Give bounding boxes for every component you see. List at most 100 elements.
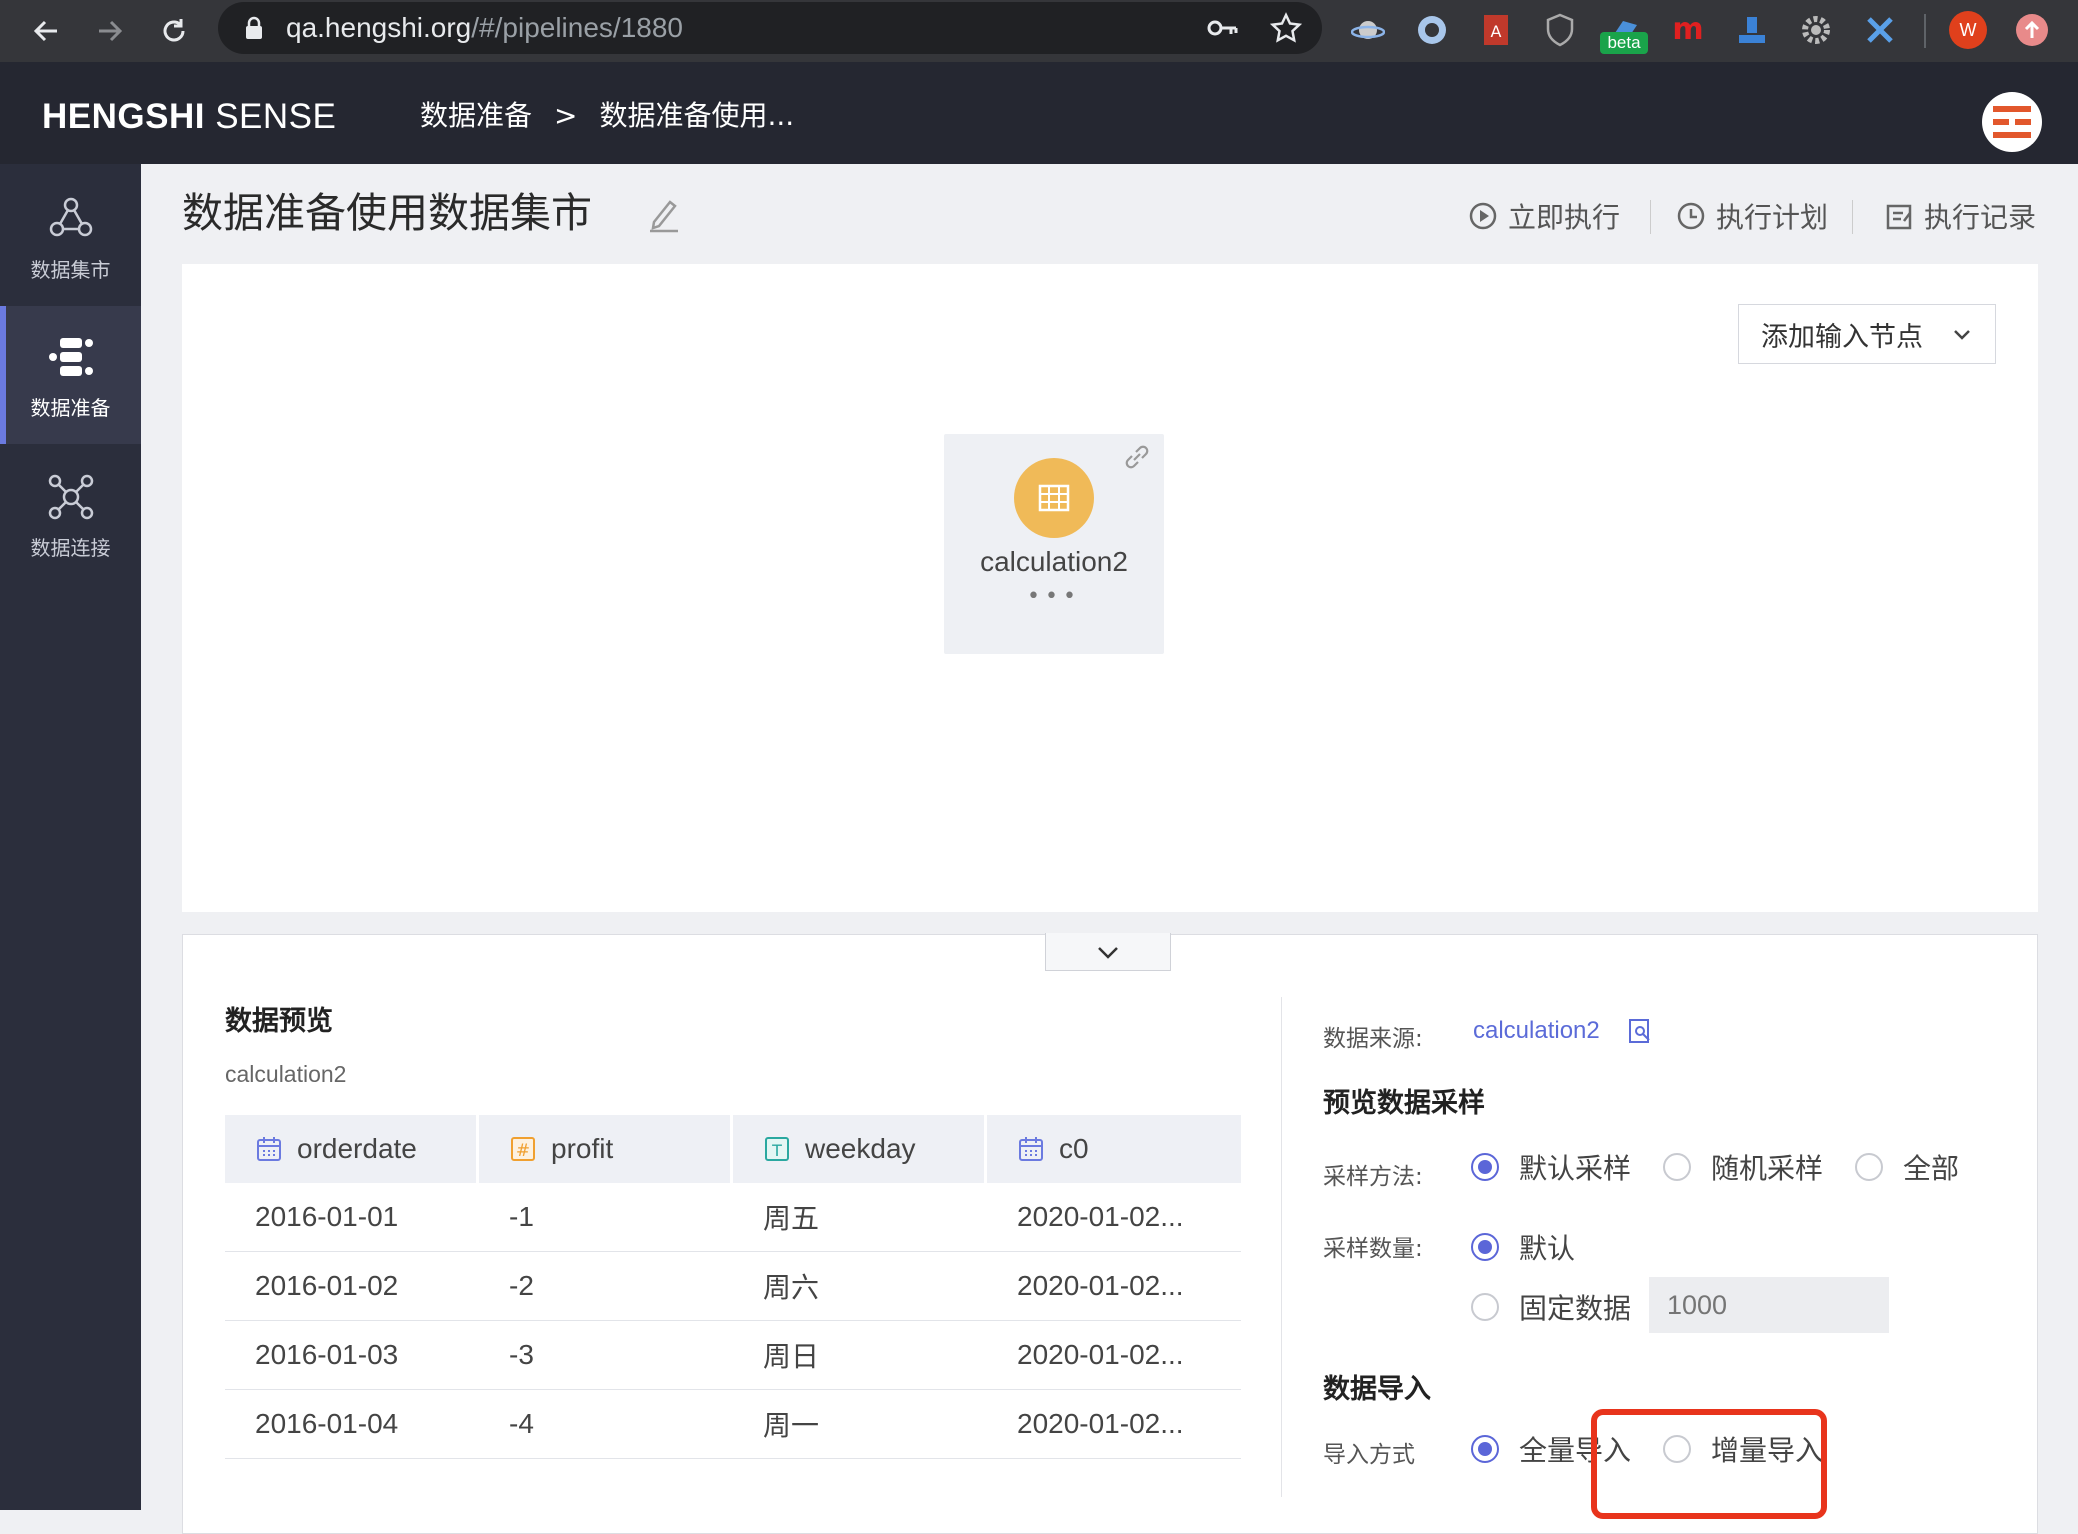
pipeline-icon <box>49 338 93 376</box>
table-cell: -4 <box>509 1408 534 1439</box>
table-row: 2016-01-01 -1 周五 2020-01-02... <box>225 1183 1241 1252</box>
sampling-title: 预览数据采样 <box>1323 1088 1485 1119</box>
svg-text:A: A <box>1491 22 1502 41</box>
table-cell: 2016-01-04 <box>255 1408 399 1439</box>
extension-tools-icon[interactable] <box>1858 8 1902 52</box>
table-row: 2016-01-03 -3 周日 2020-01-02... <box>225 1321 1241 1390</box>
table-row: 2016-01-02 -2 周六 2020-01-02... <box>225 1252 1241 1321</box>
date-type-icon <box>257 1137 281 1161</box>
sidebar-item-label: 数据连接 <box>30 536 111 560</box>
connection-icon <box>48 474 94 520</box>
browser-toolbar: qa.hengshi.org/#/pipelines/1880 A beta m… <box>0 0 2078 62</box>
extension-shield-icon[interactable] <box>1538 8 1582 52</box>
node-icon-badge <box>1014 458 1094 538</box>
extension-circle-icon[interactable] <box>1410 8 1454 52</box>
breadcrumb-separator: > <box>554 99 578 132</box>
number-type-icon: # <box>511 1137 535 1161</box>
star-icon[interactable] <box>1270 12 1302 44</box>
add-input-node-dropdown[interactable]: 添加输入节点 <box>1738 304 1996 364</box>
column-header-orderdate[interactable]: orderdate <box>225 1115 479 1183</box>
reload-icon[interactable] <box>152 9 196 53</box>
table-cell: 2020-01-02... <box>1017 1408 1184 1439</box>
profile-initial: W <box>1949 11 1987 49</box>
svg-text:m: m <box>1672 15 1703 45</box>
column-header-c0[interactable]: c0 <box>987 1115 1241 1183</box>
run-now-label: 立即执行 <box>1508 201 1621 234</box>
radio-default-sampling[interactable]: 默认采样 <box>1471 1147 1631 1187</box>
link-icon[interactable] <box>1122 442 1152 472</box>
radio-label: 默认 <box>1519 1232 1576 1265</box>
table-cell: -2 <box>509 1270 534 1301</box>
run-now-button[interactable]: 立即执行 <box>1468 198 1620 234</box>
table-cell: 2016-01-02 <box>255 1270 399 1301</box>
update-icon[interactable] <box>2010 8 2054 52</box>
profile-avatar[interactable]: W <box>1946 8 1990 52</box>
forward-icon[interactable] <box>88 9 132 53</box>
radio-label: 默认采样 <box>1519 1152 1632 1185</box>
edit-title-icon[interactable] <box>646 196 682 234</box>
pipeline-canvas[interactable]: 添加输入节点 calculation2 ••• <box>182 264 2038 912</box>
logo-light: SENSE <box>204 97 337 136</box>
key-icon[interactable] <box>1206 14 1238 42</box>
radio-fixed-count[interactable]: 固定数据 <box>1471 1287 1631 1327</box>
sample-count-input[interactable] <box>1649 1277 1889 1333</box>
schedule-button[interactable]: 执行计划 <box>1676 198 1828 234</box>
table-icon <box>1038 484 1070 512</box>
node-more-icon[interactable]: ••• <box>944 584 1164 609</box>
toolbar-divider <box>1924 14 1926 48</box>
play-icon <box>1469 202 1497 230</box>
svg-text:#: # <box>516 1141 530 1161</box>
extension-gear-icon[interactable] <box>1794 8 1838 52</box>
sidebar-item-datamart[interactable]: 数据集市 <box>0 168 141 306</box>
action-divider <box>1852 200 1853 234</box>
url-path: /#/pipelines/1880 <box>471 12 683 43</box>
source-label: 数据来源: <box>1323 1026 1423 1052</box>
sidebar-item-pipeline[interactable]: 数据准备 <box>0 306 141 444</box>
page-title: 数据准备使用数据集市 <box>182 189 592 237</box>
clock-icon <box>1677 202 1705 230</box>
column-name: orderdate <box>297 1133 417 1164</box>
method-label: 采样方法: <box>1323 1164 1423 1190</box>
logo-bold: HENGSHI <box>42 97 205 136</box>
hengshi-menu-icon[interactable] <box>1982 92 2042 152</box>
node-name: calculation2 <box>980 546 1128 577</box>
pipeline-node[interactable]: calculation2 ••• <box>944 434 1164 654</box>
breadcrumb-parent[interactable]: 数据准备 <box>420 99 532 132</box>
table-cell: 周一 <box>763 1410 820 1441</box>
beta-badge: beta <box>1600 32 1648 54</box>
table-cell: 周六 <box>763 1272 820 1303</box>
preview-subtitle: calculation2 <box>225 1061 347 1087</box>
history-label: 执行记录 <box>1924 201 2037 234</box>
import-title: 数据导入 <box>1323 1374 1431 1405</box>
radio-unchecked-icon <box>1855 1153 1883 1181</box>
radio-random-sampling[interactable]: 随机采样 <box>1663 1147 1823 1187</box>
radio-unchecked-icon <box>1471 1293 1499 1321</box>
extension-m-icon[interactable]: m <box>1666 8 1710 52</box>
extension-download-icon[interactable] <box>1730 8 1774 52</box>
table-cell: 2020-01-02... <box>1017 1339 1184 1370</box>
sidebar-item-connection[interactable]: 数据连接 <box>0 446 141 584</box>
app-logo-text[interactable]: HENGSHI SENSE <box>42 62 336 172</box>
url-host: qa.hengshi.org <box>286 12 472 43</box>
table-cell: 2016-01-01 <box>255 1201 399 1232</box>
radio-all-sampling[interactable]: 全部 <box>1855 1147 1959 1187</box>
table-cell: 2016-01-03 <box>255 1339 399 1370</box>
column-header-weekday[interactable]: T weekday <box>733 1115 987 1183</box>
radio-default-count[interactable]: 默认 <box>1471 1227 1575 1267</box>
history-button[interactable]: 执行记录 <box>1884 198 2036 234</box>
extension-planet-icon[interactable] <box>1346 8 1390 52</box>
column-name: weekday <box>805 1133 916 1164</box>
back-icon[interactable] <box>24 9 68 53</box>
view-source-icon[interactable] <box>1627 1017 1653 1045</box>
column-header-profit[interactable]: # profit <box>479 1115 733 1183</box>
address-bar[interactable]: qa.hengshi.org/#/pipelines/1880 <box>218 2 1322 54</box>
collapse-panel-button[interactable] <box>1045 933 1171 971</box>
record-icon <box>1886 204 1912 230</box>
preview-panel: 数据预览 calculation2 orderdate # profit T w… <box>182 933 2038 1534</box>
table-cell: 周五 <box>763 1203 820 1234</box>
radio-checked-icon <box>1471 1153 1499 1181</box>
extension-pdf-icon[interactable]: A <box>1474 8 1518 52</box>
chevron-down-icon <box>1098 946 1118 959</box>
source-link[interactable]: calculation2 <box>1473 1017 1600 1045</box>
breadcrumb: 数据准备 > 数据准备使用... <box>420 62 794 170</box>
